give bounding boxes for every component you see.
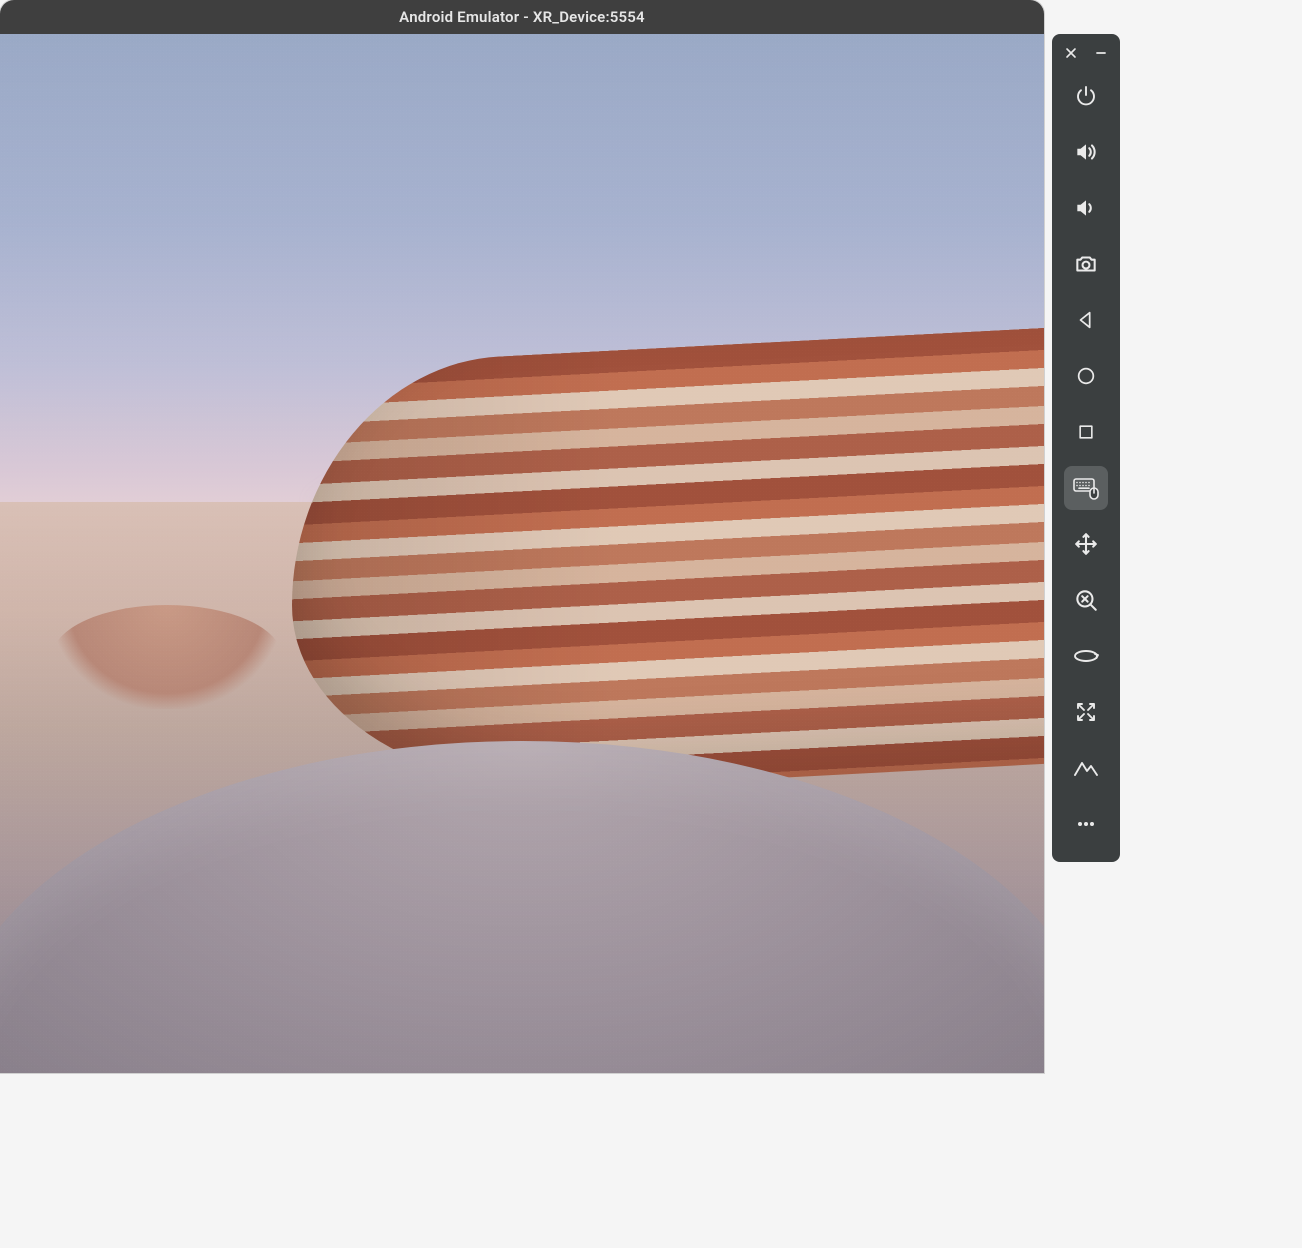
rotate-button[interactable] — [1064, 634, 1108, 678]
emulator-window: Android Emulator - XR_Device:5554 — [0, 0, 1044, 1073]
volume-up-icon — [1073, 139, 1099, 165]
environment-icon — [1073, 757, 1099, 779]
window-title: Android Emulator - XR_Device:5554 — [399, 8, 645, 26]
volume-down-button[interactable] — [1064, 186, 1108, 230]
minimize-button[interactable] — [1090, 42, 1112, 64]
dolly-zoom-icon — [1073, 587, 1099, 613]
toolbar-window-controls — [1058, 40, 1114, 68]
window-titlebar[interactable]: Android Emulator - XR_Device:5554 — [0, 0, 1044, 34]
mouse-keyboard-button[interactable] — [1064, 466, 1108, 510]
home-button[interactable] — [1064, 354, 1108, 398]
environment-button[interactable] — [1064, 746, 1108, 790]
power-button[interactable] — [1064, 74, 1108, 118]
power-icon — [1074, 84, 1098, 108]
minimize-icon — [1095, 47, 1107, 59]
emulator-viewport — [0, 34, 1044, 1073]
screenshot-button[interactable] — [1064, 242, 1108, 286]
emulator-toolbar — [1052, 34, 1120, 862]
keyboard-mouse-icon — [1072, 475, 1100, 501]
reset-view-icon — [1074, 700, 1098, 724]
back-icon — [1075, 309, 1097, 331]
volume-down-icon — [1073, 195, 1099, 221]
pan-move-icon — [1073, 531, 1099, 557]
camera-icon — [1073, 251, 1099, 277]
volume-up-button[interactable] — [1064, 130, 1108, 174]
more-icon — [1074, 812, 1098, 836]
overview-button[interactable] — [1064, 410, 1108, 454]
dolly-button[interactable] — [1064, 578, 1108, 622]
close-button[interactable] — [1060, 42, 1082, 64]
reset-view-button[interactable] — [1064, 690, 1108, 734]
overview-square-icon — [1076, 422, 1096, 442]
more-button[interactable] — [1064, 802, 1108, 846]
home-circle-icon — [1075, 365, 1097, 387]
close-icon — [1065, 47, 1077, 59]
rotate-orbit-icon — [1072, 646, 1100, 666]
viewport-interaction-surface[interactable] — [0, 34, 1044, 1073]
back-button[interactable] — [1064, 298, 1108, 342]
pan-button[interactable] — [1064, 522, 1108, 566]
